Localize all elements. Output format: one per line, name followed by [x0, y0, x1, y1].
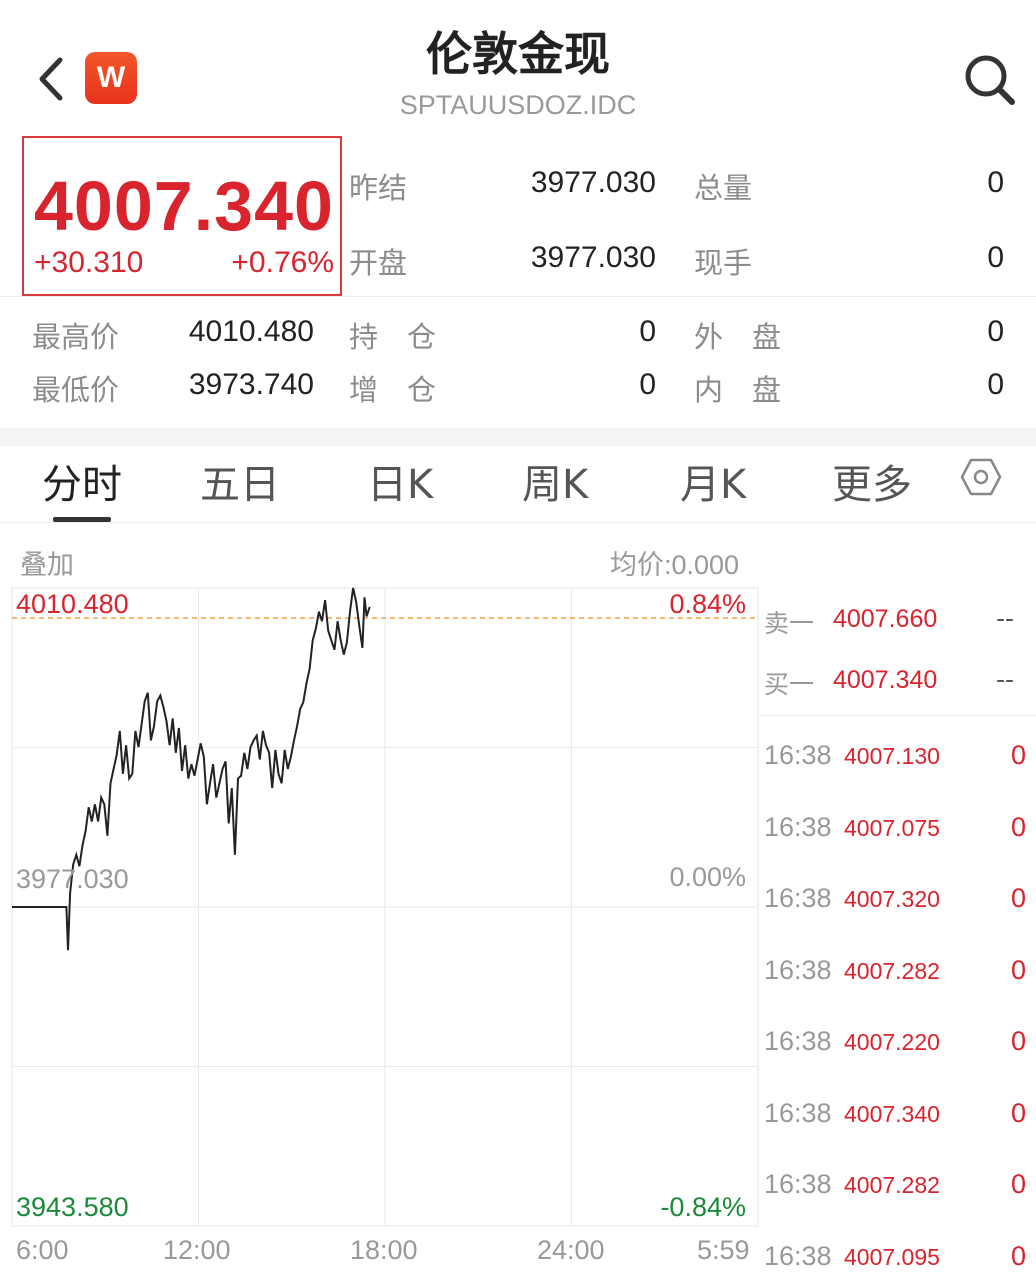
total-vol-value: 0 — [987, 166, 1004, 199]
add-value: 0 — [639, 368, 656, 401]
x-tick-label: 6:00 — [16, 1235, 69, 1265]
buy-one-price: 4007.340 — [833, 666, 938, 694]
tick-volume: 0 — [1010, 1026, 1026, 1056]
x-tick-label: 24:00 — [537, 1235, 605, 1265]
price-change: +30.310 — [34, 246, 144, 279]
buy-one-vol: -- — [996, 665, 1015, 694]
y-axis-right-bottom: -0.84% — [660, 1192, 746, 1222]
price-box: 4007.340 +30.310 +0.76% — [22, 136, 342, 296]
outer-label: 外 盘 — [694, 320, 782, 354]
tick-time: 16:38 — [764, 954, 832, 985]
tab-daily-k[interactable]: 日K — [367, 452, 433, 510]
section-separator — [0, 428, 1036, 446]
prev-settle-value: 3977.030 — [530, 166, 656, 199]
tick-time: 16:38 — [764, 1026, 832, 1056]
tick-time: 16:38 — [764, 740, 832, 770]
inner-value: 0 — [987, 368, 1004, 401]
symbol-code: SPTAUUSDOZ.IDC — [399, 90, 637, 120]
divider — [0, 522, 1036, 523]
x-tick-label: 18:00 — [350, 1235, 418, 1265]
tick-price: 4007.282 — [844, 957, 940, 984]
add-label: 增 仓 — [349, 373, 437, 407]
y-axis-right-top: 0.84% — [669, 589, 746, 619]
tick-price: 4007.282 — [844, 1172, 940, 1198]
price-line — [12, 587, 371, 951]
x-tick-label: 12:00 — [163, 1235, 231, 1265]
sell-one-price: 4007.660 — [833, 605, 938, 633]
outer-value: 0 — [987, 315, 1004, 348]
y-axis-left-bottom: 3943.580 — [16, 1192, 129, 1222]
tick-row: 16:38 4007.130 0 — [764, 740, 1030, 780]
tick-volume: 0 — [1010, 740, 1026, 770]
sell-one-vol: -- — [996, 604, 1015, 633]
tick-row: 16:38 4007.282 0 — [764, 1169, 1030, 1209]
open-label: 开盘 — [349, 246, 408, 280]
open-value: 3977.030 — [530, 241, 656, 274]
hold-value: 0 — [639, 315, 656, 348]
divider — [760, 715, 1036, 716]
total-vol-label: 总量 — [694, 171, 753, 205]
tick-time: 16:38 — [764, 1240, 832, 1271]
sell-one-label: 卖一 — [764, 609, 815, 638]
high-label: 最高价 — [32, 320, 120, 354]
tick-time: 16:38 — [764, 811, 832, 842]
tab-monthly-k[interactable]: 月K — [680, 452, 746, 510]
y-axis-left-top: 4010.480 — [16, 589, 129, 619]
tick-volume: 0 — [1010, 1097, 1026, 1128]
divider — [0, 296, 1036, 297]
prev-settle-label: 昨结 — [349, 171, 408, 205]
tick-row: 16:38 4007.075 0 — [764, 812, 1030, 852]
tick-price: 4007.320 — [844, 886, 940, 912]
tick-volume: 0 — [1010, 1240, 1026, 1271]
search-icon[interactable] — [962, 52, 1018, 108]
price-change-pct: +0.76% — [231, 246, 334, 279]
avg-price-label: 均价:0.000 — [610, 550, 740, 580]
settings-hexagon-icon[interactable] — [960, 456, 1002, 498]
tick-row: 16:38 4007.220 0 — [764, 1026, 1030, 1066]
tick-price: 4007.130 — [844, 743, 940, 769]
low-label: 最低价 — [32, 373, 120, 407]
tab-weekly-k[interactable]: 周K — [522, 452, 588, 510]
y-axis-left-mid: 3977.030 — [16, 864, 129, 894]
x-tick-label: 5:59 — [697, 1235, 750, 1265]
low-value: 3973.740 — [188, 368, 314, 401]
tick-volume: 0 — [1010, 954, 1026, 985]
tick-volume: 0 — [1010, 883, 1026, 913]
tick-price: 4007.095 — [844, 1243, 940, 1270]
tick-volume: 0 — [1010, 1169, 1026, 1199]
tick-row: 16:38 4007.282 0 — [764, 955, 1030, 995]
inner-label: 内 盘 — [694, 373, 782, 407]
high-value: 4010.480 — [188, 315, 314, 348]
intraday-chart[interactable] — [0, 580, 760, 1240]
tick-price: 4007.340 — [844, 1100, 940, 1127]
tick-row: 16:38 4007.320 0 — [764, 883, 1030, 923]
tick-row: 16:38 4007.340 0 — [764, 1098, 1030, 1138]
cur-hand-value: 0 — [987, 241, 1004, 274]
tick-price: 4007.075 — [844, 814, 940, 841]
tick-time: 16:38 — [764, 883, 832, 913]
overlay-button[interactable]: 叠加 — [20, 543, 74, 582]
tab-five-day[interactable]: 五日 — [200, 452, 280, 510]
buy-one-label: 买一 — [764, 670, 815, 699]
hold-label: 持 仓 — [349, 320, 437, 354]
tick-row: 16:38 4007.095 0 — [764, 1241, 1030, 1281]
cur-hand-label: 现手 — [694, 246, 753, 280]
page-title: 伦敦金现 — [426, 27, 610, 81]
last-price: 4007.340 — [34, 167, 334, 245]
tab-intraday[interactable]: 分时 — [42, 452, 122, 510]
tick-volume: 0 — [1010, 811, 1026, 842]
y-axis-right-mid: 0.00% — [669, 862, 746, 892]
tick-time: 16:38 — [764, 1169, 832, 1199]
tab-more[interactable]: 更多 — [832, 452, 912, 510]
tick-price: 4007.220 — [844, 1029, 940, 1055]
tick-time: 16:38 — [764, 1097, 832, 1128]
